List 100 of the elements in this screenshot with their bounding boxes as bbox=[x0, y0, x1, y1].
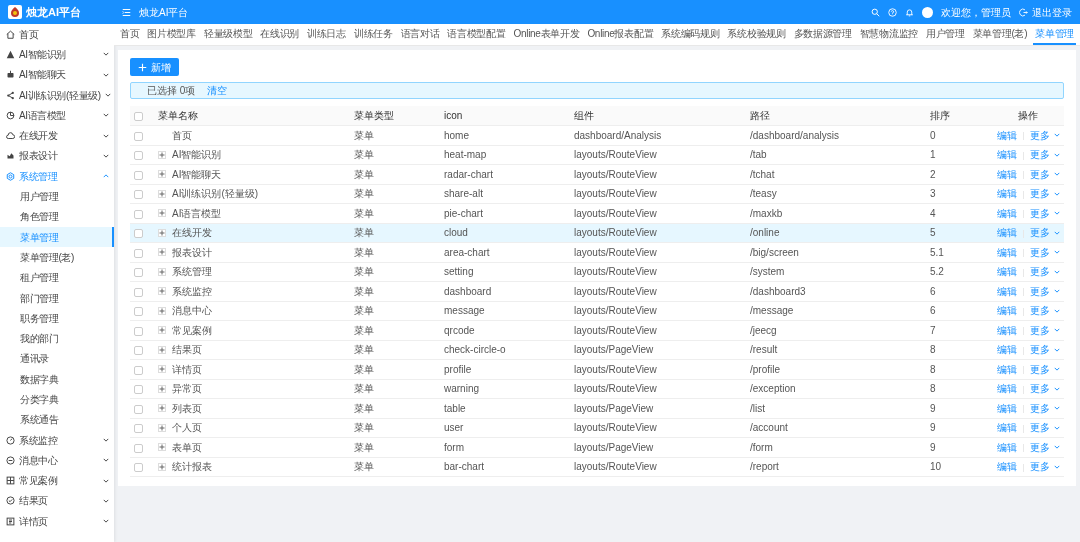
tab[interactable]: 用户管理 bbox=[923, 24, 967, 45]
sidebar-item[interactable]: AI智能识别 bbox=[0, 44, 114, 65]
expand-button[interactable] bbox=[158, 384, 166, 393]
expand-button[interactable] bbox=[158, 404, 166, 413]
sidebar-subitem[interactable]: 通讯录 bbox=[0, 348, 114, 370]
row-checkbox[interactable] bbox=[134, 209, 143, 219]
table-cell: layouts/PageView bbox=[574, 402, 654, 414]
expand-button[interactable] bbox=[158, 306, 166, 315]
tab[interactable]: 轻量级模型 bbox=[201, 24, 255, 45]
sidebar-subitem[interactable]: 部门管理 bbox=[0, 287, 114, 309]
table-row[interactable]: 统计报表 菜单 bar-chart layouts/RouteView /report 10 编辑 更多 bbox=[130, 457, 1064, 477]
tab[interactable]: 菜单管理(老) bbox=[970, 24, 1030, 45]
sidebar-item[interactable]: 在线开发 bbox=[0, 125, 114, 146]
row-checkbox[interactable] bbox=[134, 248, 143, 258]
table-row[interactable]: 系统监控 菜单 dashboard layouts/RouteView /dashboard3 6 编辑 更多 bbox=[130, 281, 1064, 301]
sidebar-subitem[interactable]: 系统通告 bbox=[0, 409, 114, 430]
sidebar-subitem[interactable]: 角色管理 bbox=[0, 206, 114, 227]
expand-button[interactable] bbox=[158, 345, 166, 354]
row-checkbox[interactable] bbox=[134, 268, 143, 278]
expand-button[interactable] bbox=[158, 150, 166, 159]
row-checkbox[interactable] bbox=[134, 326, 143, 336]
table-row[interactable]: 首页 菜单 home dashboard/Analysis /dashboard/analysis 0 编辑 更多 bbox=[130, 125, 1064, 145]
tab[interactable]: 在线识别 bbox=[258, 24, 302, 45]
sidebar-item[interactable]: 详情页 bbox=[0, 511, 114, 532]
table-row[interactable]: 报表设计 菜单 area-chart layouts/RouteView /big/screen 5.1 编辑 更多 bbox=[130, 242, 1064, 262]
avatar[interactable] bbox=[922, 6, 933, 18]
tab[interactable]: Online表单开发 bbox=[511, 24, 582, 45]
sidebar-item[interactable]: AI智能聊天 bbox=[0, 64, 114, 85]
row-checkbox[interactable] bbox=[134, 346, 143, 356]
table-row[interactable]: 结果页 菜单 check-circle-o layouts/PageView /result 8 编辑 更多 bbox=[130, 340, 1064, 360]
table-row[interactable]: 在线开发 菜单 cloud layouts/RouteView /online 5 编辑 更多 bbox=[130, 223, 1064, 243]
table-row[interactable]: AI训练识别(轻量级) 菜单 share-alt layouts/RouteView /teasy 3 编辑 更多 bbox=[130, 184, 1064, 204]
table-row[interactable]: 详情页 菜单 profile layouts/RouteView /profile 8 编辑 更多 bbox=[130, 359, 1064, 379]
table-cell-text: 系统监控 bbox=[172, 284, 212, 299]
sidebar-subitem[interactable]: 用户管理 bbox=[0, 186, 114, 207]
tab[interactable]: 系统校验规则 bbox=[725, 24, 788, 45]
tab[interactable]: 训练日志 bbox=[305, 24, 348, 45]
table-row[interactable]: AI智能聊天 菜单 radar-chart layouts/RouteView /tchat 2 编辑 更多 bbox=[130, 164, 1064, 184]
table-cell: layouts/RouteView bbox=[574, 285, 657, 297]
row-checkbox[interactable] bbox=[134, 131, 143, 141]
table-row[interactable]: AI语言模型 菜单 pie-chart layouts/RouteView /maxkb 4 编辑 更多 bbox=[130, 203, 1064, 223]
sidebar-item[interactable]: 常见案例 bbox=[0, 470, 114, 491]
expand-button[interactable] bbox=[158, 228, 166, 237]
sidebar-subitem[interactable]: 职务管理 bbox=[0, 308, 114, 329]
row-checkbox[interactable] bbox=[134, 385, 143, 395]
row-checkbox[interactable] bbox=[134, 151, 143, 161]
table-row[interactable]: 个人页 菜单 user layouts/RouteView /account 9 编辑 更多 bbox=[130, 418, 1064, 438]
expand-button[interactable] bbox=[158, 326, 166, 335]
expand-button[interactable] bbox=[158, 170, 166, 179]
tab[interactable]: 语言对话 bbox=[398, 24, 442, 45]
table-cell: /tab bbox=[750, 149, 767, 161]
tab[interactable]: 多数据源管理 bbox=[791, 24, 854, 45]
sidebar-subitem[interactable]: 租户管理 bbox=[0, 267, 114, 288]
row-checkbox[interactable] bbox=[134, 229, 143, 239]
tab[interactable]: 智慧物流监控 bbox=[857, 24, 920, 45]
table-row[interactable]: 系统管理 菜单 setting layouts/RouteView /system 5.2 编辑 更多 bbox=[130, 262, 1064, 282]
expand-button[interactable] bbox=[158, 365, 166, 374]
row-checkbox[interactable] bbox=[134, 170, 143, 180]
expand-button[interactable] bbox=[158, 443, 166, 452]
select-all-checkbox[interactable] bbox=[134, 111, 143, 121]
sidebar-item[interactable]: AI语言模型 bbox=[0, 105, 114, 126]
chevron-down-icon bbox=[1053, 151, 1060, 158]
table-row[interactable]: 异常页 菜单 warning layouts/RouteView /exception 8 编辑 更多 bbox=[130, 379, 1064, 399]
row-checkbox[interactable] bbox=[134, 404, 143, 414]
table-cell: user bbox=[444, 422, 464, 434]
expand-button[interactable] bbox=[158, 209, 166, 218]
sidebar-subitem[interactable]: 分类字典 bbox=[0, 389, 114, 410]
row-checkbox[interactable] bbox=[134, 307, 143, 317]
expand-button[interactable] bbox=[158, 462, 166, 471]
table-row[interactable]: 消息中心 菜单 message layouts/RouteView /message 6 编辑 更多 bbox=[130, 301, 1064, 321]
sidebar-subitem[interactable]: 菜单管理(老) bbox=[0, 247, 114, 268]
tab[interactable]: 训练任务 bbox=[351, 24, 395, 45]
expand-button[interactable] bbox=[158, 287, 166, 296]
sidebar-item[interactable]: 首页 bbox=[0, 24, 114, 45]
sidebar-item[interactable]: 消息中心 bbox=[0, 450, 114, 471]
sidebar-subitem[interactable]: 我的部门 bbox=[0, 328, 114, 349]
expand-button[interactable] bbox=[158, 423, 166, 432]
sidebar-subitem[interactable]: 数据字典 bbox=[0, 369, 114, 390]
expand-button[interactable] bbox=[158, 248, 166, 257]
row-checkbox[interactable] bbox=[134, 463, 143, 473]
table-row[interactable]: AI智能识别 菜单 heat-map layouts/RouteView /tab 1 编辑 更多 bbox=[130, 145, 1064, 165]
table-row[interactable]: 表单页 菜单 form layouts/PageView /form 9 编辑 更多 bbox=[130, 437, 1064, 457]
row-checkbox[interactable] bbox=[134, 443, 143, 453]
tab[interactable]: 语言模型配置 bbox=[445, 24, 508, 45]
tab[interactable]: 图片模型库 bbox=[145, 24, 198, 45]
table-row[interactable]: 常见案例 菜单 qrcode layouts/RouteView /jeecg 7 编辑 更多 bbox=[130, 320, 1064, 340]
tab[interactable]: Online报表配置 bbox=[585, 24, 656, 45]
row-checkbox[interactable] bbox=[134, 287, 143, 297]
expand-button[interactable] bbox=[158, 267, 166, 276]
row-checkbox[interactable] bbox=[134, 190, 143, 200]
row-checkbox[interactable] bbox=[134, 365, 143, 375]
sidebar-item[interactable]: 报表设计 bbox=[0, 145, 114, 167]
sidebar-item[interactable]: 系统监控 bbox=[0, 429, 114, 451]
sidebar-item[interactable]: 结果页 bbox=[0, 490, 114, 512]
row-checkbox[interactable] bbox=[134, 424, 143, 434]
table-row[interactable]: 列表页 菜单 table layouts/PageView /list 9 编辑 更多 bbox=[130, 398, 1064, 418]
tab[interactable]: 首页 bbox=[118, 24, 142, 45]
tab[interactable]: 系统编码规则 bbox=[659, 24, 722, 45]
sidebar-item[interactable]: AI训练识别(轻量级) bbox=[0, 84, 114, 106]
expand-button[interactable] bbox=[158, 189, 166, 198]
